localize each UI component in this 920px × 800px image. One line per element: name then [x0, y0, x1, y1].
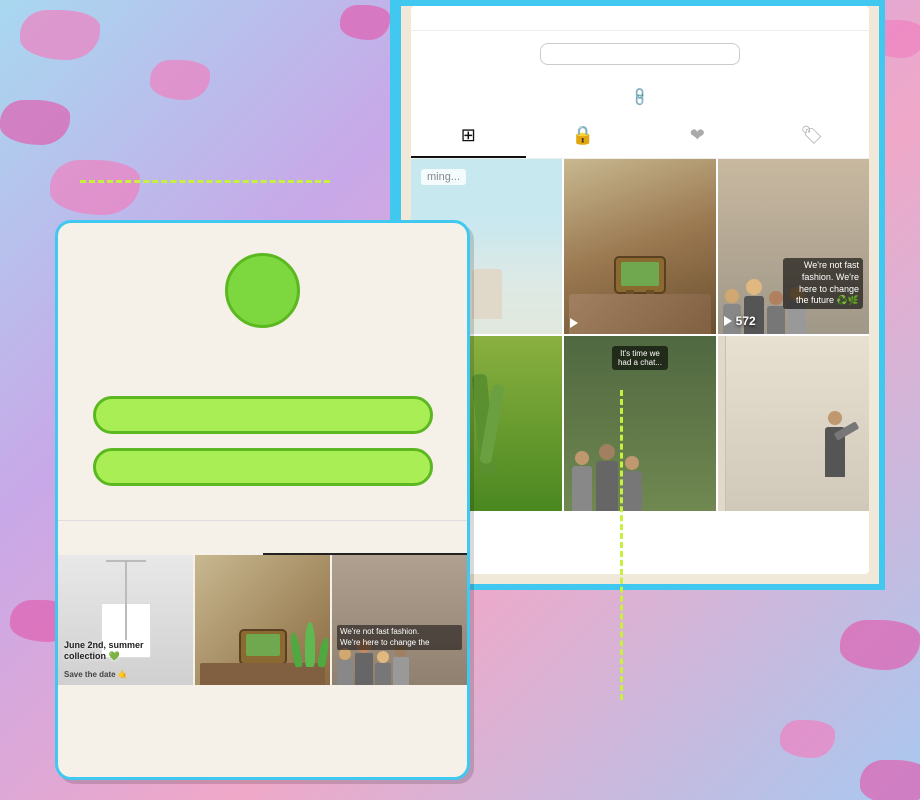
- instagram-grid: June 2nd, summercollection 💚 Save the da…: [58, 555, 467, 685]
- video-thumb-3[interactable]: We're not fast fashion. We're here to ch…: [718, 159, 869, 334]
- hiring-button[interactable]: [93, 448, 433, 486]
- insta-post-1[interactable]: June 2nd, summercollection 💚 Save the da…: [58, 555, 193, 685]
- insta-post-3[interactable]: We're not fast fashion.We're here to cha…: [332, 555, 467, 685]
- video-text-3: We're not fast fashion. We're here to ch…: [783, 258, 863, 309]
- tab-heart[interactable]: ❤: [640, 115, 755, 158]
- insta-post-2[interactable]: [195, 555, 330, 685]
- card-tabs: [58, 520, 467, 555]
- tiktok-profile-panel: 🔗 ⊞ 🔒 ❤ 🏷 ming...: [411, 6, 869, 574]
- tab-tag[interactable]: 🏷: [755, 115, 870, 158]
- card-content: [58, 223, 467, 520]
- link-icon: 🔗: [629, 86, 652, 109]
- tab-instagram[interactable]: [58, 521, 263, 555]
- tiktok-link[interactable]: 🔗: [411, 85, 869, 115]
- video-thumb-6[interactable]: [718, 336, 869, 511]
- video-thumb-2[interactable]: [564, 159, 715, 334]
- tab-grid[interactable]: ⊞: [411, 115, 526, 158]
- video-grid: ming...: [411, 159, 869, 511]
- tiktok-bio: [411, 77, 869, 85]
- linktree-card: June 2nd, summercollection 💚 Save the da…: [55, 220, 470, 780]
- shop-button[interactable]: [93, 396, 433, 434]
- tab-tiktok[interactable]: [263, 521, 468, 555]
- brand-logo: [225, 253, 300, 328]
- tab-lock[interactable]: 🔒: [526, 115, 641, 158]
- tiktok-tab-icons: ⊞ 🔒 ❤ 🏷: [411, 115, 869, 159]
- edit-profile-button[interactable]: [540, 43, 740, 65]
- video-thumb-5[interactable]: It's time wehad a chat...: [564, 336, 715, 511]
- video-overlay-2: [570, 318, 582, 328]
- stats-row: [411, 6, 869, 31]
- dashed-line-top: [80, 180, 330, 183]
- video-overlay-3: 572: [724, 314, 756, 328]
